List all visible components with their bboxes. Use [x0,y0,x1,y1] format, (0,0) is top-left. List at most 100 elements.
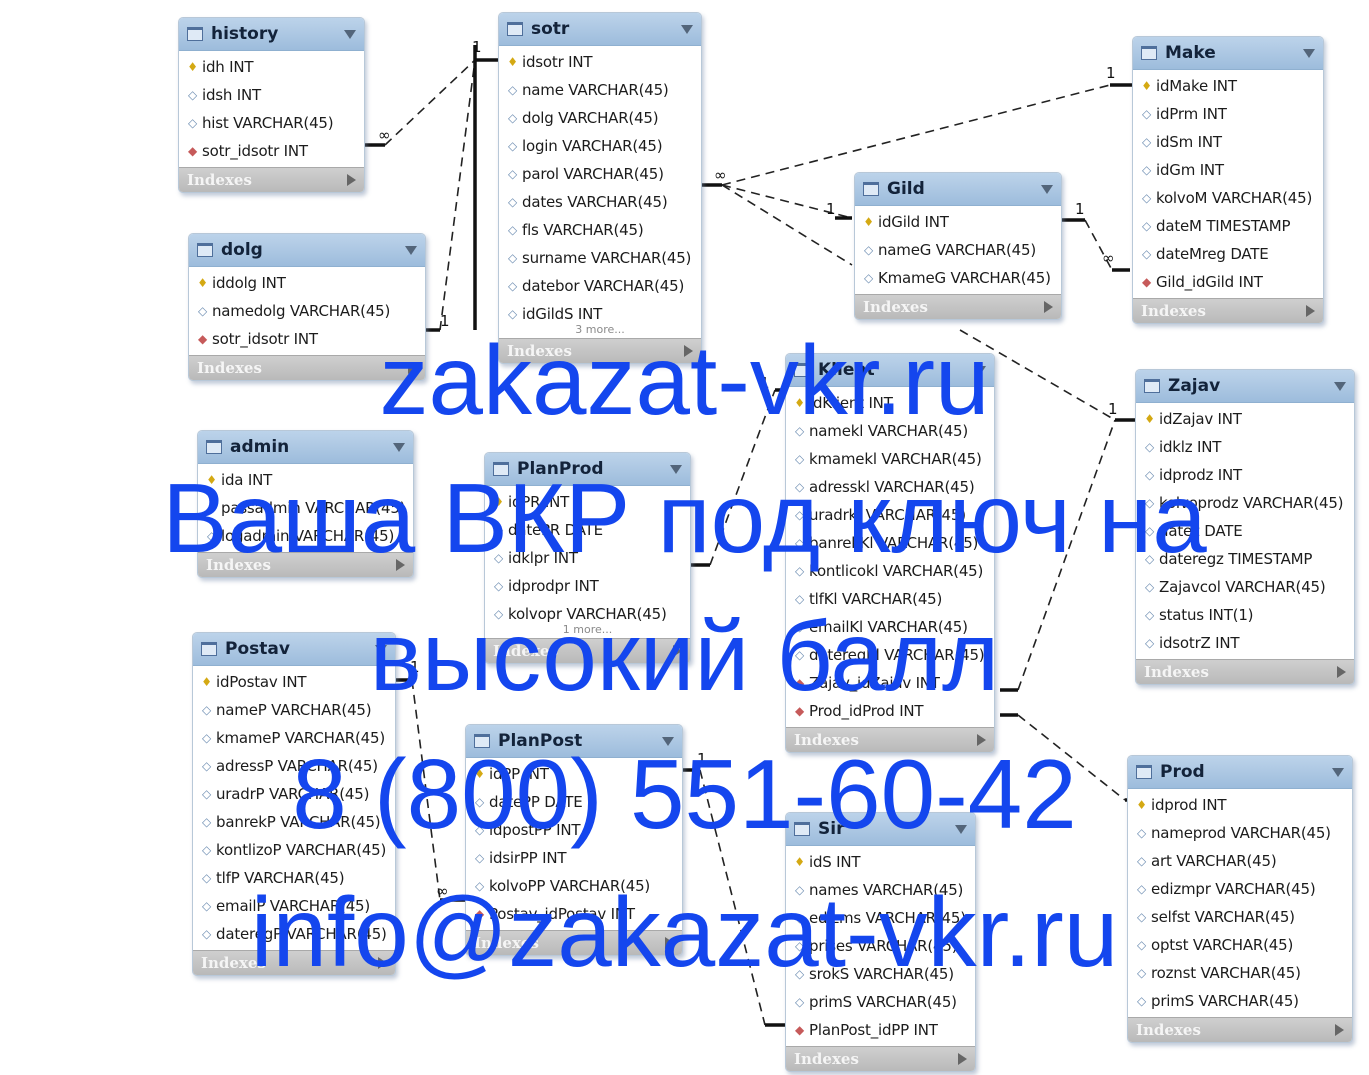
column-row[interactable]: ◇ idklz INT [1136,433,1354,461]
column-row[interactable]: ◇ optst VARCHAR(45) [1128,931,1352,959]
column-row[interactable]: ◇ surname VARCHAR(45) [499,244,701,272]
column-row[interactable]: ◇ datez DATE [1136,517,1354,545]
column-row[interactable]: ◇ tlfKl VARCHAR(45) [786,585,994,613]
table-header[interactable]: Zajav [1136,370,1354,403]
indexes-section[interactable]: Indexes [1136,659,1354,684]
indexes-section[interactable]: Indexes [499,338,701,363]
column-row[interactable]: ◇ adresskl VARCHAR(45) [786,473,994,501]
column-row[interactable]: ◇ edizms VARCHAR(45) [786,904,975,932]
column-row[interactable]: ♦ idprod INT [1128,791,1352,819]
column-row[interactable]: ◇ selfst VARCHAR(45) [1128,903,1352,931]
column-row[interactable]: ◇ idsirPP INT [466,844,682,872]
column-row[interactable]: ◇ kmamekl VARCHAR(45) [786,445,994,473]
chevron-down-icon[interactable] [974,365,986,375]
chevron-down-icon[interactable] [1303,48,1315,58]
column-row[interactable]: ◆ PlanPost_idPP INT [786,1016,975,1044]
expand-arrow-icon[interactable] [977,734,986,746]
column-row[interactable]: ◆ Postav_idPostav INT [466,900,682,928]
table-header[interactable]: history [179,18,364,51]
table-gild[interactable]: Gild ♦ idGild INT ◇ nameG VARCHAR(45) ◇ KmameG… [854,172,1062,320]
column-row[interactable]: ♦ idMake INT [1133,72,1323,100]
table-klient[interactable]: Klient ♦ idKlient INT ◇ namekl VARCHAR(45) ◇ k… [785,353,995,753]
table-header[interactable]: Sir [786,813,975,846]
expand-arrow-icon[interactable] [396,559,405,571]
column-row[interactable]: ◇ datebor VARCHAR(45) [499,272,701,300]
expand-arrow-icon[interactable] [378,957,387,969]
expand-arrow-icon[interactable] [408,362,417,374]
column-row[interactable]: ◇ uradrkl VARCHAR(45) [786,501,994,529]
expand-arrow-icon[interactable] [347,174,356,186]
table-sir[interactable]: Sir ♦ idS INT ◇ names VARCHAR(45) ◇ edizms VAR… [785,812,976,1072]
column-row[interactable]: ◇ login VARCHAR(45) [499,132,701,160]
table-history[interactable]: history ♦ idh INT ◇ idsh INT ◇ hist VARCHAR(45… [178,17,365,193]
column-row[interactable]: ◇ passadmin VARCHAR(45) [198,494,413,522]
column-row[interactable]: ◇ kolvoPP VARCHAR(45) [466,872,682,900]
column-row[interactable]: ◇ names VARCHAR(45) [786,876,975,904]
indexes-section[interactable]: Indexes [198,552,413,577]
chevron-down-icon[interactable] [393,442,405,452]
column-row[interactable]: ◇ adressP VARCHAR(45) [193,752,395,780]
column-row[interactable]: ◇ dates VARCHAR(45) [499,188,701,216]
column-row[interactable]: ◇ emailKl VARCHAR(45) [786,613,994,641]
column-row[interactable]: ◆ sotr_idsotr INT [179,137,364,165]
indexes-section[interactable]: Indexes [189,355,425,380]
column-row[interactable]: ◇ dateregP VARCHAR(45) [193,920,395,948]
column-row[interactable]: ◇ banrekKl VARCHAR(45) [786,529,994,557]
column-row[interactable]: ◇ emailP VARCHAR(45) [193,892,395,920]
column-row[interactable]: ◇ art VARCHAR(45) [1128,847,1352,875]
table-make[interactable]: Make ♦ idMake INT ◇ idPrm INT ◇ idSm INT ◇ idGm … [1132,36,1324,324]
table-planprod[interactable]: PlanProd ♦ idPR INT ◇ datePR DATE ◇ idklpr INT… [484,452,691,664]
column-row[interactable]: ◇ kolvoM VARCHAR(45) [1133,184,1323,212]
expand-arrow-icon[interactable] [1044,301,1053,313]
column-row[interactable]: ♦ idh INT [179,53,364,81]
chevron-down-icon[interactable] [670,464,682,474]
column-row[interactable]: ◆ sotr_idsotr INT [189,325,425,353]
column-row[interactable]: ◇ idsh INT [179,81,364,109]
column-row[interactable]: ◇ idPrm INT [1133,100,1323,128]
column-row[interactable]: ◇ srokS VARCHAR(45) [786,960,975,988]
table-zajav[interactable]: Zajav ♦ idZajav INT ◇ idklz INT ◇ idprodz INT ◇… [1135,369,1355,685]
table-planpost[interactable]: PlanPost ♦ idPP INT ◇ datePP DATE ◇ idpostPP I… [465,724,683,956]
expand-arrow-icon[interactable] [1335,1024,1344,1036]
table-header[interactable]: PlanPost [466,725,682,758]
column-row[interactable]: ◇ primS VARCHAR(45) [786,988,975,1016]
column-row[interactable]: ♦ ida INT [198,466,413,494]
table-header[interactable]: dolg [189,234,425,267]
table-header[interactable]: PlanProd [485,453,690,486]
table-header[interactable]: Postav [193,633,395,666]
column-row[interactable]: ◇ dolg VARCHAR(45) [499,104,701,132]
table-dolg[interactable]: dolg ♦ iddolg INT ◇ namedolg VARCHAR(45) ◆ sot… [188,233,426,381]
chevron-down-icon[interactable] [1041,184,1053,194]
more-columns-link[interactable]: 3 more... [499,324,701,336]
table-header[interactable]: Prod [1128,756,1352,789]
column-row[interactable]: ◇ name VARCHAR(45) [499,76,701,104]
column-row[interactable]: ◇ dateregz TIMESTAMP [1136,545,1354,573]
table-header[interactable]: Make [1133,37,1323,70]
indexes-section[interactable]: Indexes [855,294,1061,319]
column-row[interactable]: ◇ roznst VARCHAR(45) [1128,959,1352,987]
column-row[interactable]: ◇ dateMreg DATE [1133,240,1323,268]
column-row[interactable]: ◇ idklpr INT [485,544,690,572]
expand-arrow-icon[interactable] [1306,305,1315,317]
column-row[interactable]: ♦ idZajav INT [1136,405,1354,433]
column-row[interactable]: ◆ Gild_idGild INT [1133,268,1323,296]
column-row[interactable]: ◇ edizmpr VARCHAR(45) [1128,875,1352,903]
column-row[interactable]: ◇ idprodz INT [1136,461,1354,489]
column-row[interactable]: ◇ namekl VARCHAR(45) [786,417,994,445]
table-header[interactable]: sotr [499,13,701,46]
column-row[interactable]: ◇ KmameG VARCHAR(45) [855,264,1061,292]
indexes-section[interactable]: Indexes [1128,1017,1352,1042]
column-row[interactable]: ◆ Zajav_idZajav INT [786,669,994,697]
chevron-down-icon[interactable] [344,29,356,39]
column-row[interactable]: ◇ fls VARCHAR(45) [499,216,701,244]
indexes-section[interactable]: Indexes [786,1046,975,1071]
column-row[interactable]: ♦ idKlient INT [786,389,994,417]
column-row[interactable]: ♦ idsotr INT [499,48,701,76]
column-row[interactable]: ◇ datePR DATE [485,516,690,544]
column-row[interactable]: ◇ kontlicokl VARCHAR(45) [786,557,994,585]
chevron-down-icon[interactable] [955,824,967,834]
column-row[interactable]: ◇ kmameP VARCHAR(45) [193,724,395,752]
chevron-down-icon[interactable] [1334,381,1346,391]
column-row[interactable]: ◇ kolvoprodz VARCHAR(45) [1136,489,1354,517]
expand-arrow-icon[interactable] [1337,666,1346,678]
